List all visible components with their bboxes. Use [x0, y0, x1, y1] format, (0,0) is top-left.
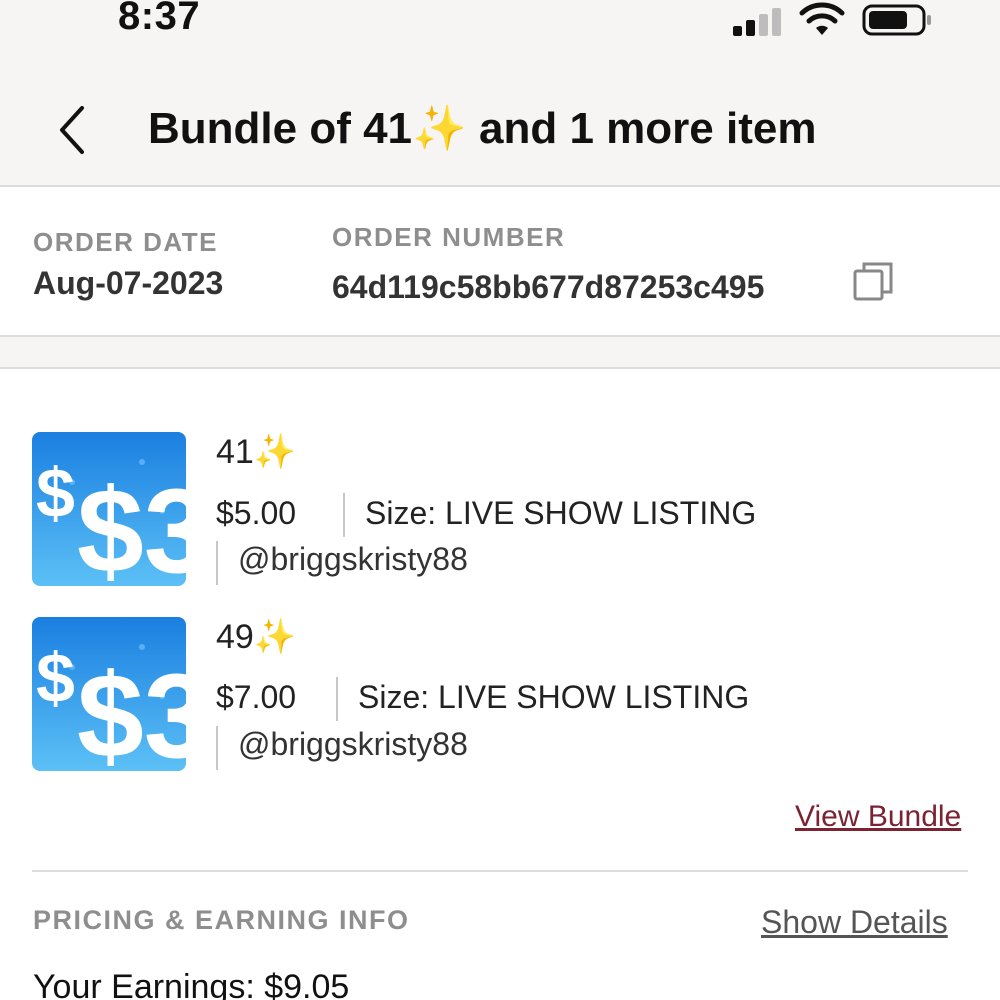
item-thumbnail[interactable]: $ $3	[32, 617, 186, 771]
item-name[interactable]: 49✨	[216, 617, 296, 657]
order-date-label: ORDER DATE	[33, 227, 218, 257]
chevron-left-icon[interactable]	[48, 100, 98, 160]
item-divider	[216, 726, 218, 770]
copy-icon[interactable]	[852, 259, 896, 303]
show-details-link[interactable]: Show Details	[761, 904, 948, 941]
page-title: Bundle of 41✨ and 1 more item	[148, 104, 817, 153]
pricing-section-label: PRICING & EARNING INFO	[33, 905, 410, 935]
svg-text:$: $	[36, 639, 75, 717]
order-number-label: ORDER NUMBER	[332, 222, 566, 252]
item-name[interactable]: 41✨	[216, 432, 296, 472]
order-number-value: 64d119c58bb677d87253c495	[332, 269, 765, 305]
page-header: Bundle of 41✨ and 1 more item	[0, 60, 1000, 187]
status-bar: 8:37	[0, 0, 1000, 60]
item-seller[interactable]: @briggskristy88	[238, 541, 468, 578]
order-details-screen: 8:37 Bundle of 41✨ and 1 more item ORDER…	[0, 0, 1000, 1000]
section-divider-band	[0, 337, 1000, 369]
svg-text:$3: $3	[77, 464, 186, 586]
item-size: Size: LIVE SHOW LISTING	[358, 679, 750, 715]
order-meta: ORDER DATE Aug-07-2023 ORDER NUMBER 64d1…	[0, 187, 1000, 337]
item-price: $7.00	[216, 679, 297, 715]
battery-icon	[862, 4, 931, 36]
item-divider	[336, 677, 338, 721]
item-seller[interactable]: @briggskristy88	[238, 726, 468, 763]
cellular-signal-icon	[733, 6, 783, 36]
order-date-value: Aug-07-2023	[33, 265, 224, 301]
item-price: $5.00	[216, 495, 297, 531]
item-divider	[343, 493, 345, 537]
svg-text:$3: $3	[77, 649, 186, 771]
item-size: Size: LIVE SHOW LISTING	[365, 495, 757, 531]
item-divider	[216, 541, 218, 585]
earnings-text: Your Earnings: $9.05	[33, 968, 350, 1000]
status-time: 8:37	[118, 0, 201, 38]
section-divider	[32, 870, 968, 872]
item-thumbnail[interactable]: $ $3	[32, 432, 186, 586]
wifi-icon	[799, 2, 845, 35]
svg-text:$: $	[36, 454, 75, 532]
view-bundle-link[interactable]: View Bundle	[795, 800, 961, 834]
